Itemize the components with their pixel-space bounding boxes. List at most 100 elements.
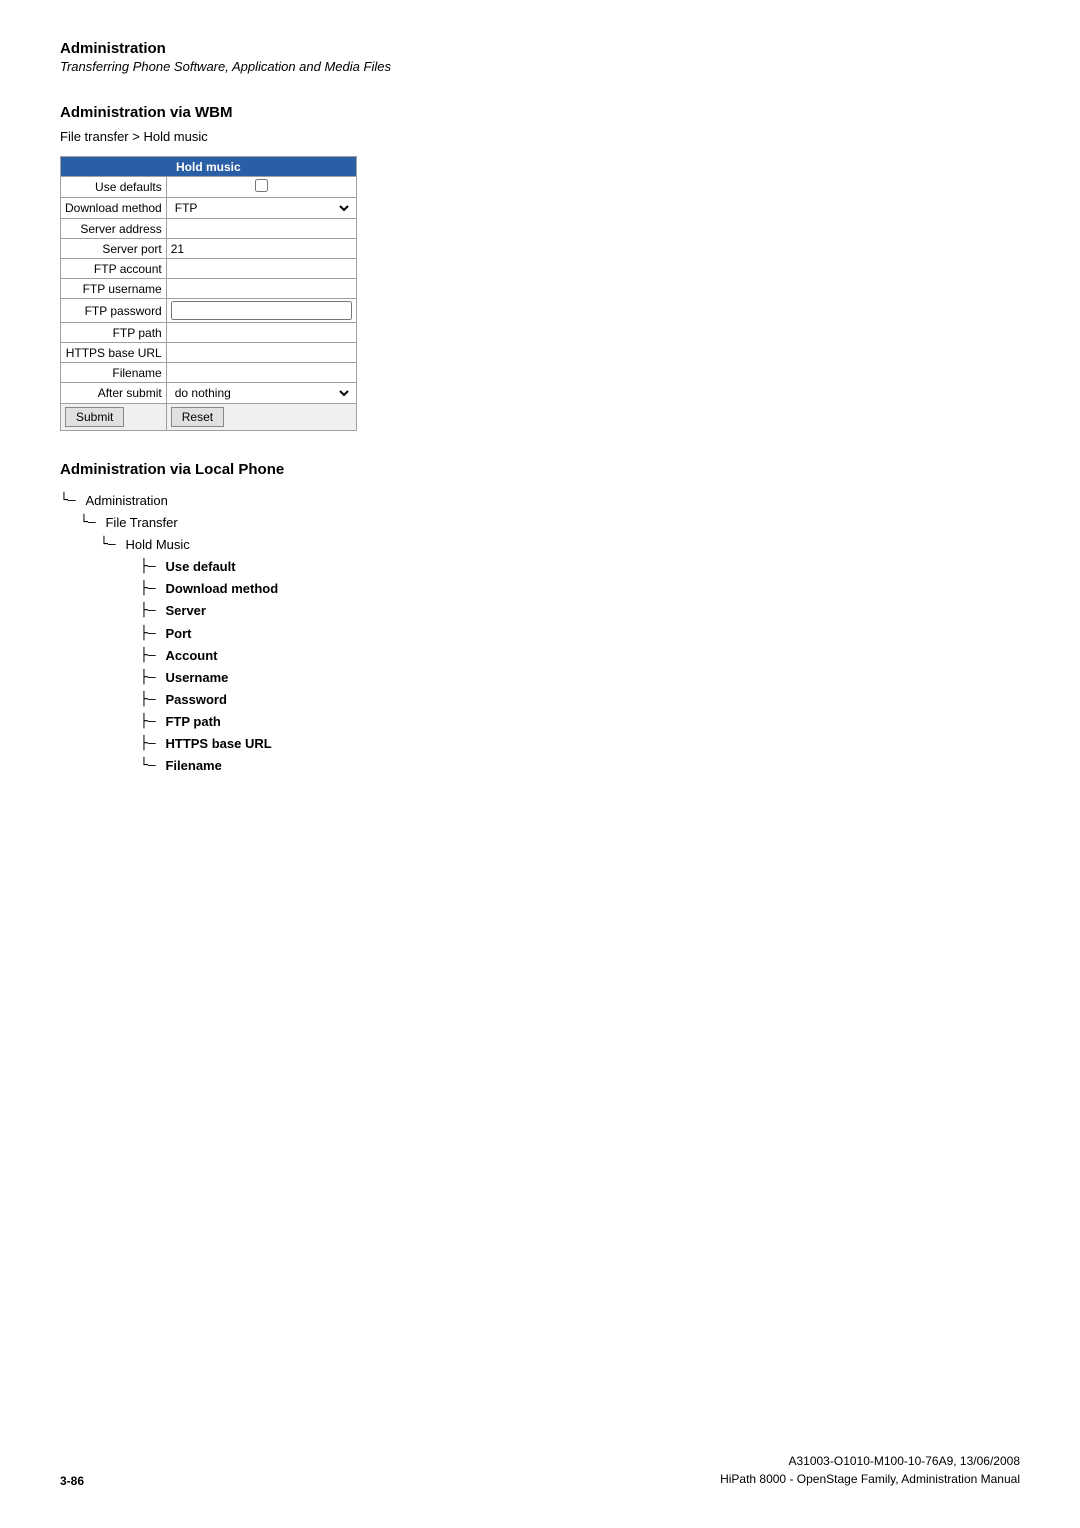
row-label-ftp-username: FTP username xyxy=(61,279,167,299)
row-label-after-submit: After submit xyxy=(61,383,167,404)
ftp-account-input[interactable] xyxy=(171,262,352,276)
doc-title: HiPath 8000 - OpenStage Family, Administ… xyxy=(720,1470,1020,1488)
list-item: ├— Account xyxy=(140,645,1020,667)
list-item: ├— Password xyxy=(140,689,1020,711)
row-value-server-address[interactable] xyxy=(166,219,356,239)
table-row: HTTPS base URL xyxy=(61,343,357,363)
row-value-download-method[interactable]: FTP HTTPS xyxy=(166,198,356,219)
row-label-ftp-account: FTP account xyxy=(61,259,167,279)
tree-label: Download method xyxy=(165,578,278,600)
table-row: FTP account xyxy=(61,259,357,279)
tree-label: Account xyxy=(165,645,217,667)
tree-label: Administration xyxy=(85,490,167,512)
row-value-ftp-username[interactable] xyxy=(166,279,356,299)
tree-connector: ├— xyxy=(140,733,163,755)
tree-label: Server xyxy=(165,600,205,622)
list-item: └— Hold Music xyxy=(100,534,1020,556)
breadcrumb: File transfer > Hold music xyxy=(60,129,1020,144)
page-subtitle: Transferring Phone Software, Application… xyxy=(60,59,1020,74)
table-row: Download method FTP HTTPS xyxy=(61,198,357,219)
table-row: Filename xyxy=(61,363,357,383)
wbm-section-title: Administration via WBM xyxy=(60,104,1020,121)
hold-music-table: Hold music Use defaults Download method … xyxy=(60,156,357,431)
row-value-ftp-password[interactable] xyxy=(166,299,356,323)
tree-connector: └— xyxy=(80,512,103,534)
tree-container: └— Administration └— File Transfer └— Ho… xyxy=(60,490,1020,777)
list-item: ├— FTP path xyxy=(140,711,1020,733)
row-value-ftp-path[interactable] xyxy=(166,323,356,343)
ftp-username-input[interactable] xyxy=(171,282,352,296)
use-defaults-checkbox[interactable] xyxy=(255,179,268,192)
tree-connector: ├— xyxy=(140,578,163,600)
download-method-select[interactable]: FTP HTTPS xyxy=(171,200,352,216)
doc-ref: A31003-O1010-M100-10-76A9, 13/06/2008 xyxy=(720,1452,1020,1470)
tree-label: Hold Music xyxy=(125,534,189,556)
list-item: ├— HTTPS base URL xyxy=(140,733,1020,755)
table-row: FTP username xyxy=(61,279,357,299)
submit-button[interactable]: Submit xyxy=(65,407,124,427)
tree-connector: ├— xyxy=(140,667,163,689)
page-header: Administration Transferring Phone Softwa… xyxy=(60,40,1020,74)
tree-connector: ├— xyxy=(140,645,163,667)
tree-connector: ├— xyxy=(140,689,163,711)
ftp-password-input[interactable] xyxy=(171,301,352,320)
page-title: Administration xyxy=(60,40,1020,57)
page-footer: 3-86 A31003-O1010-M100-10-76A9, 13/06/20… xyxy=(60,1452,1020,1488)
row-label-download-method: Download method xyxy=(61,198,167,219)
list-item: ├— Download method xyxy=(140,578,1020,600)
row-value-https-base-url[interactable] xyxy=(166,343,356,363)
row-label-ftp-path: FTP path xyxy=(61,323,167,343)
row-label-server-address: Server address xyxy=(61,219,167,239)
tree-label: Use default xyxy=(165,556,235,578)
tree-label: File Transfer xyxy=(105,512,177,534)
list-item: ├— Use default xyxy=(140,556,1020,578)
row-value-ftp-account[interactable] xyxy=(166,259,356,279)
local-phone-title: Administration via Local Phone xyxy=(60,461,1020,478)
tree-connector: ├— xyxy=(140,623,163,645)
tree-connector: ├— xyxy=(140,556,163,578)
tree-connector: └— xyxy=(60,490,83,512)
table-row: Server port xyxy=(61,239,357,259)
after-submit-select[interactable]: do nothing restart xyxy=(171,385,352,401)
server-address-input[interactable] xyxy=(171,222,352,236)
row-label-https-base-url: HTTPS base URL xyxy=(61,343,167,363)
row-value-use-defaults[interactable] xyxy=(166,177,356,198)
tree-connector: └— xyxy=(140,755,163,777)
ftp-path-input[interactable] xyxy=(171,326,352,340)
submit-row: Submit Reset xyxy=(61,404,357,431)
row-label-ftp-password: FTP password xyxy=(61,299,167,323)
list-item: ├— Username xyxy=(140,667,1020,689)
filename-input[interactable] xyxy=(171,366,352,380)
wbm-section: Administration via WBM File transfer > H… xyxy=(60,104,1020,431)
list-item: ├— Server xyxy=(140,600,1020,622)
table-row: After submit do nothing restart xyxy=(61,383,357,404)
tree-label: Password xyxy=(165,689,226,711)
row-value-server-port[interactable] xyxy=(166,239,356,259)
table-header: Hold music xyxy=(61,157,357,177)
list-item: ├— Port xyxy=(140,623,1020,645)
footer-right: A31003-O1010-M100-10-76A9, 13/06/2008 Hi… xyxy=(720,1452,1020,1488)
page-number: 3-86 xyxy=(60,1474,84,1488)
table-row: FTP path xyxy=(61,323,357,343)
tree-label: HTTPS base URL xyxy=(165,733,271,755)
row-label-use-defaults: Use defaults xyxy=(61,177,167,198)
list-item: └— Filename xyxy=(140,755,1020,777)
local-phone-section: Administration via Local Phone └— Admini… xyxy=(60,461,1020,777)
tree-connector: └— xyxy=(100,534,123,556)
reset-button[interactable]: Reset xyxy=(171,407,224,427)
row-label-server-port: Server port xyxy=(61,239,167,259)
row-value-filename[interactable] xyxy=(166,363,356,383)
tree-label: Filename xyxy=(165,755,221,777)
https-base-url-input[interactable] xyxy=(171,346,352,360)
table-row: Server address xyxy=(61,219,357,239)
table-row: FTP password xyxy=(61,299,357,323)
submit-cell[interactable]: Submit xyxy=(61,404,167,431)
tree-label: Port xyxy=(165,623,191,645)
tree-connector: ├— xyxy=(140,711,163,733)
row-value-after-submit[interactable]: do nothing restart xyxy=(166,383,356,404)
reset-cell[interactable]: Reset xyxy=(166,404,356,431)
list-item: └— File Transfer xyxy=(80,512,1020,534)
tree-label: Username xyxy=(165,667,228,689)
row-label-filename: Filename xyxy=(61,363,167,383)
server-port-input[interactable] xyxy=(171,242,352,256)
